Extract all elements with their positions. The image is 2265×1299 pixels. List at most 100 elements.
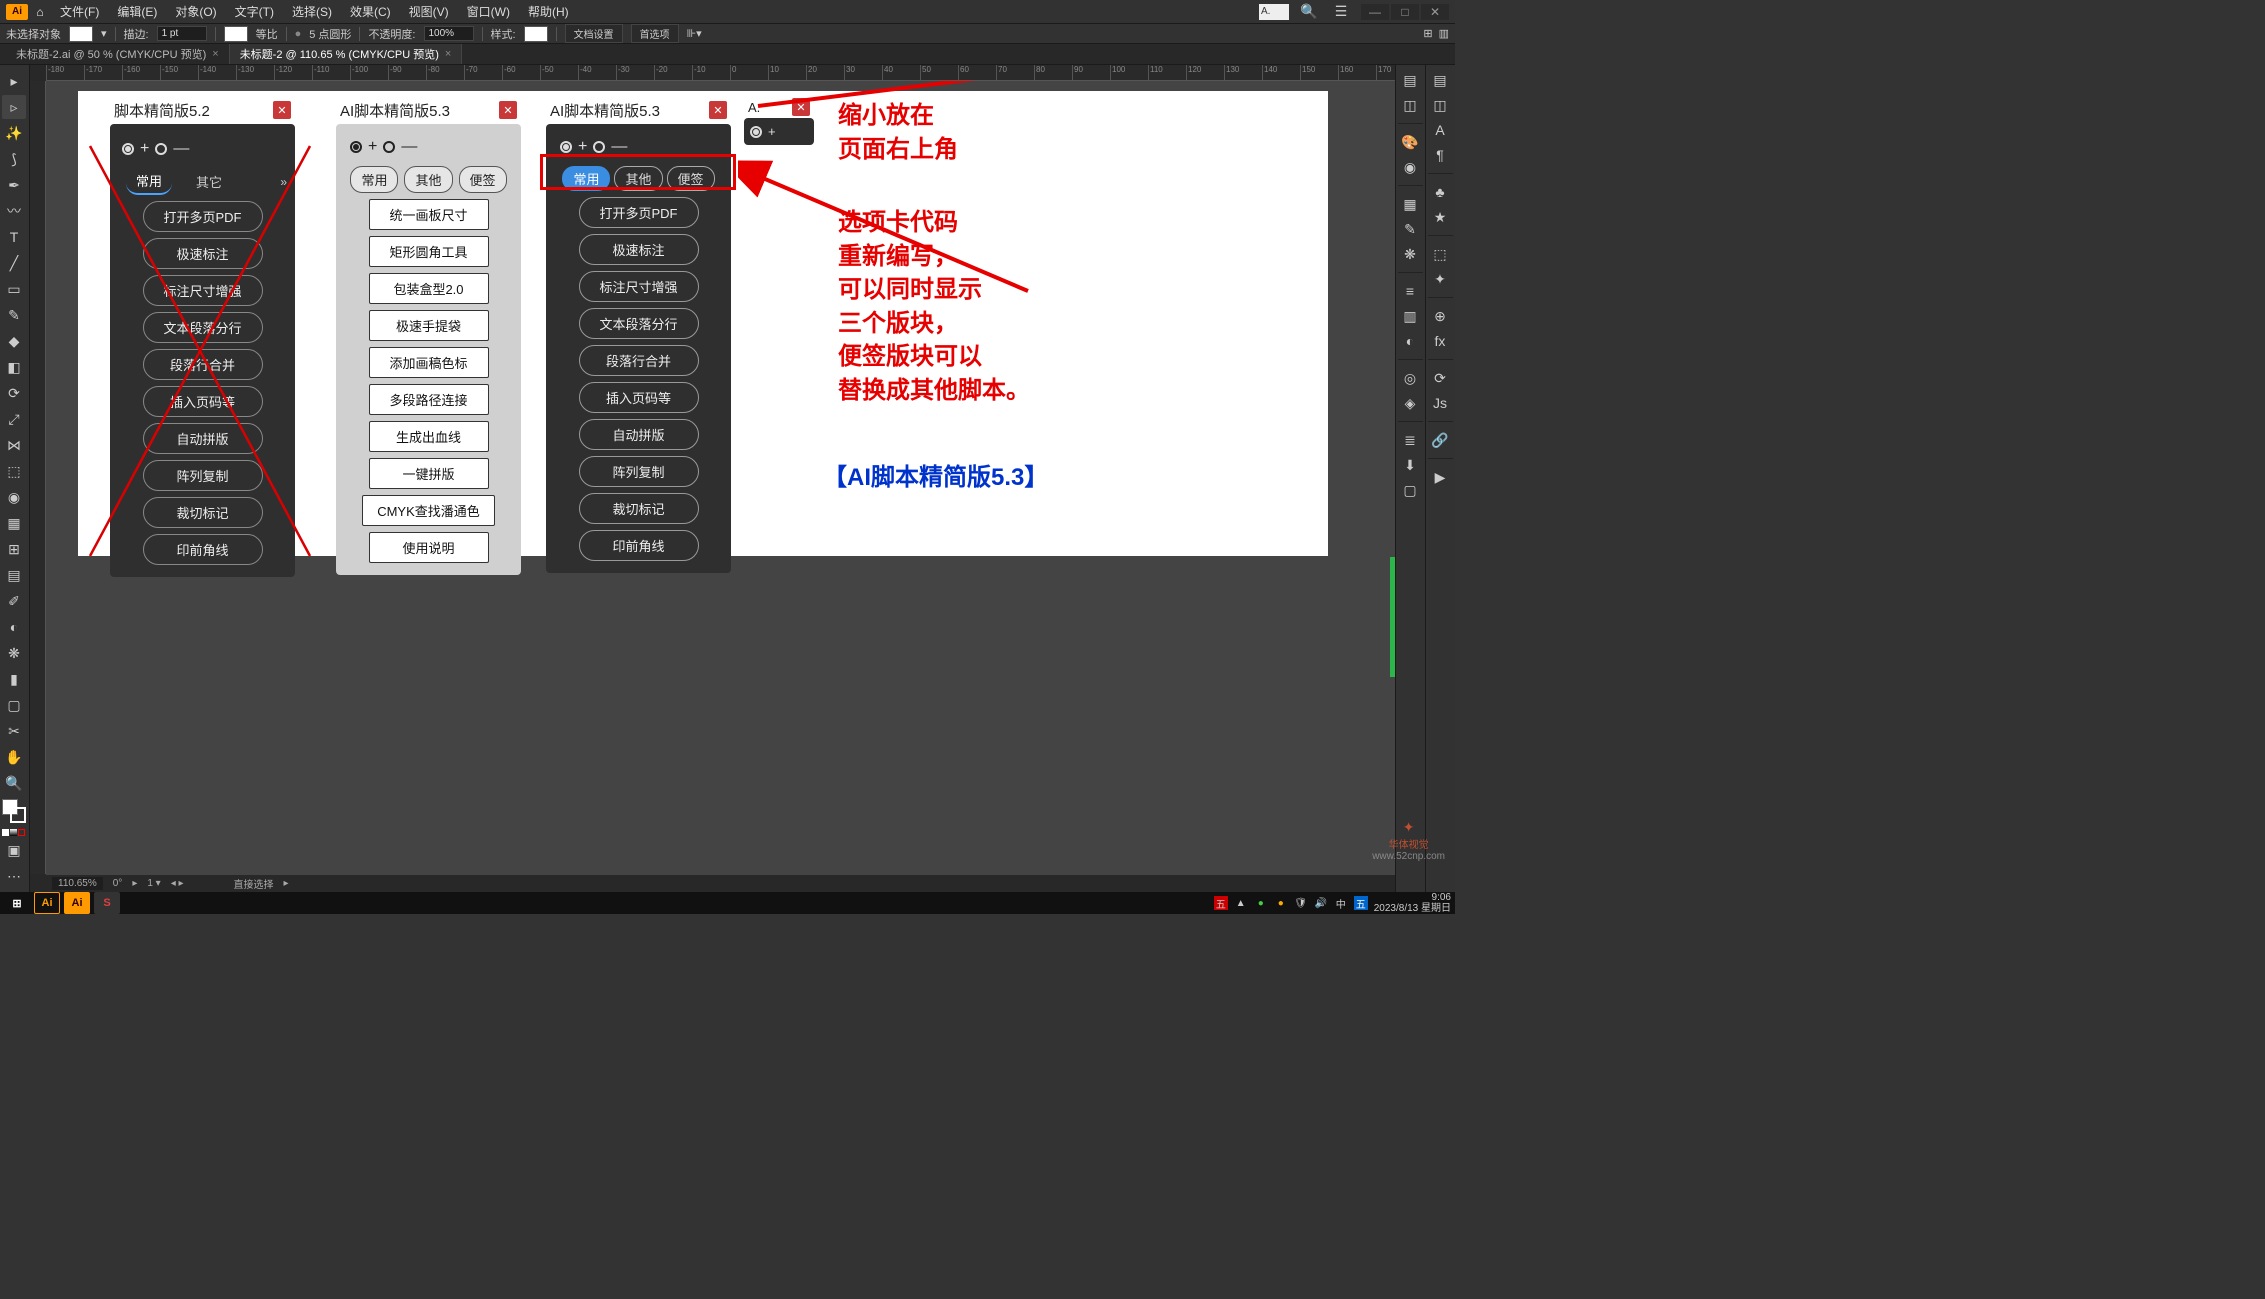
home-icon[interactable]: ⌂ xyxy=(30,2,50,22)
maximize-icon[interactable]: □ xyxy=(1391,4,1419,20)
curvature-tool-icon[interactable]: 〰 xyxy=(2,199,26,223)
panel-icon[interactable]: ¶ xyxy=(1428,144,1452,166)
script-button[interactable]: 添加画稿色标 xyxy=(369,347,489,378)
script-button[interactable]: 自动拼版 xyxy=(143,423,263,454)
script-button[interactable]: 文本段落分行 xyxy=(579,308,699,339)
script-button[interactable]: 矩形圆角工具 xyxy=(369,236,489,267)
style-swatch[interactable] xyxy=(524,26,548,42)
artboards-panel-icon[interactable]: ▢ xyxy=(1398,479,1422,501)
menu-view[interactable]: 视图(V) xyxy=(401,1,457,22)
script-button[interactable]: 段落行合并 xyxy=(579,345,699,376)
tab-other[interactable]: 其他 xyxy=(404,166,452,193)
type-tool-icon[interactable]: T xyxy=(2,225,26,249)
close-icon[interactable]: ✕ xyxy=(273,101,291,119)
edit-toolbar-icon[interactable]: ⋯ xyxy=(2,864,26,888)
properties-panel-icon[interactable]: ▤ xyxy=(1398,69,1422,91)
script-button[interactable]: 印前角线 xyxy=(143,534,263,565)
script-button[interactable]: 阵列复制 xyxy=(579,456,699,487)
docked-mini-panel[interactable]: A. xyxy=(1259,4,1289,20)
fill-swatch[interactable] xyxy=(69,26,93,42)
script-button[interactable]: 阵列复制 xyxy=(143,460,263,491)
taskbar-app-icon[interactable]: S xyxy=(94,892,120,914)
taskbar-clock[interactable]: 9:06 2023/8/13 星期日 xyxy=(1374,892,1451,914)
tab-other[interactable]: 其它 xyxy=(186,169,232,194)
preferences-button[interactable]: 首选项 xyxy=(631,24,679,43)
asset-export-panel-icon[interactable]: ⬇ xyxy=(1398,454,1422,476)
stroke-width-input[interactable] xyxy=(157,26,207,41)
selection-tool-icon[interactable]: ▸ xyxy=(2,69,26,93)
doc-tab-1[interactable]: 未标题-2.ai @ 50 % (CMYK/CPU 预览) × xyxy=(6,44,230,64)
script-button[interactable]: 极速手提袋 xyxy=(369,310,489,341)
canvas[interactable]: 脚本精简版5.2 ✕ + — 常用 其它 » xyxy=(46,81,1395,874)
scale-tool-icon[interactable]: ⤢ xyxy=(2,407,26,431)
gradient-tool-icon[interactable]: ▤ xyxy=(2,563,26,587)
magic-wand-tool-icon[interactable]: ✨ xyxy=(2,121,26,145)
brush-label[interactable]: 5 点圆形 xyxy=(309,26,351,42)
radio-off-icon[interactable] xyxy=(383,141,395,153)
script-button[interactable]: 裁切标记 xyxy=(143,497,263,528)
zoom-level[interactable]: 110.65% xyxy=(52,877,103,890)
radio-on-icon[interactable] xyxy=(122,143,134,155)
script-button[interactable]: 极速标注 xyxy=(579,234,699,265)
gradient-panel-icon[interactable]: ▥ xyxy=(1398,305,1422,327)
align-icon[interactable]: ⊪▾ xyxy=(687,27,702,40)
artboard-tool-icon[interactable]: ▢ xyxy=(2,693,26,717)
width-tool-icon[interactable]: ⋈ xyxy=(2,433,26,457)
panel-icon[interactable]: ★ xyxy=(1428,206,1452,228)
menu-effect[interactable]: 效果(C) xyxy=(342,1,399,22)
script-button[interactable]: 生成出血线 xyxy=(369,421,489,452)
free-transform-tool-icon[interactable]: ⬚ xyxy=(2,459,26,483)
blend-tool-icon[interactable]: ◐ xyxy=(2,615,26,639)
menu-edit[interactable]: 编辑(E) xyxy=(109,1,165,22)
script-button[interactable]: 印前角线 xyxy=(579,530,699,561)
hand-tool-icon[interactable]: ✋ xyxy=(2,745,26,769)
script-button[interactable]: CMYK查找潘通色 xyxy=(362,495,495,526)
panel-icon[interactable]: ▤ xyxy=(1428,69,1452,91)
panel-icon[interactable]: 🔗 xyxy=(1428,429,1452,451)
close-icon[interactable]: ✕ xyxy=(792,98,810,116)
artboard-nav[interactable]: 1 ▾ xyxy=(147,878,160,889)
panel-icon[interactable]: ▶ xyxy=(1428,466,1452,488)
tray-icon[interactable]: ▲ xyxy=(1234,896,1248,910)
search-icon[interactable]: 🔍 xyxy=(1297,0,1321,24)
close-icon[interactable]: ✕ xyxy=(499,101,517,119)
stroke-panel-icon[interactable]: ≡ xyxy=(1398,280,1422,302)
script-button[interactable]: 裁切标记 xyxy=(579,493,699,524)
panel-toggle-icon[interactable]: ▥ xyxy=(1439,27,1449,40)
close-icon[interactable]: ✕ xyxy=(709,101,727,119)
panel-icon[interactable]: ♣ xyxy=(1428,181,1452,203)
tray-ime-icon[interactable]: 五 xyxy=(1214,896,1228,910)
script-button[interactable]: 多段路径连接 xyxy=(369,384,489,415)
panel-icon[interactable]: A xyxy=(1428,119,1452,141)
close-icon[interactable]: ✕ xyxy=(1421,4,1449,20)
pen-tool-icon[interactable]: ✒ xyxy=(2,173,26,197)
layers-panel-icon[interactable]: ≣ xyxy=(1398,429,1422,451)
script-button[interactable]: 极速标注 xyxy=(143,238,263,269)
color-panel-icon[interactable]: 🎨 xyxy=(1398,131,1422,153)
script-button[interactable]: 标注尺寸增强 xyxy=(143,275,263,306)
radio-off-icon[interactable] xyxy=(155,143,167,155)
tab-other[interactable]: 其他 xyxy=(614,166,662,191)
graph-tool-icon[interactable]: ▮ xyxy=(2,667,26,691)
libraries-panel-icon[interactable]: ◫ xyxy=(1398,94,1422,116)
tray-volume-icon[interactable]: 🔊 xyxy=(1314,896,1328,910)
slice-tool-icon[interactable]: ✂ xyxy=(2,719,26,743)
close-icon[interactable]: × xyxy=(445,48,451,60)
transparency-panel-icon[interactable]: ◐ xyxy=(1398,330,1422,352)
radio-off-icon[interactable] xyxy=(593,141,605,153)
script-button[interactable]: 插入页码等 xyxy=(579,382,699,413)
graphic-styles-panel-icon[interactable]: ◈ xyxy=(1398,392,1422,414)
menu-window[interactable]: 窗口(W) xyxy=(459,1,518,22)
tray-ime2-icon[interactable]: 五 xyxy=(1354,896,1368,910)
panel-icon[interactable]: ✦ xyxy=(1428,268,1452,290)
start-button-icon[interactable]: ⊞ xyxy=(4,892,30,914)
script-button[interactable]: 打开多页PDF xyxy=(579,197,699,228)
stroke-swatch[interactable] xyxy=(224,26,248,42)
doc-setup-button[interactable]: 文档设置 xyxy=(565,24,623,43)
script-button[interactable]: 打开多页PDF xyxy=(143,201,263,232)
panel-icon[interactable]: fx xyxy=(1428,330,1452,352)
radio-on-icon[interactable] xyxy=(350,141,362,153)
tab-notes[interactable]: 便签 xyxy=(459,166,507,193)
shape-builder-tool-icon[interactable]: ◉ xyxy=(2,485,26,509)
taskbar-ai-active-icon[interactable]: Ai xyxy=(64,892,90,914)
